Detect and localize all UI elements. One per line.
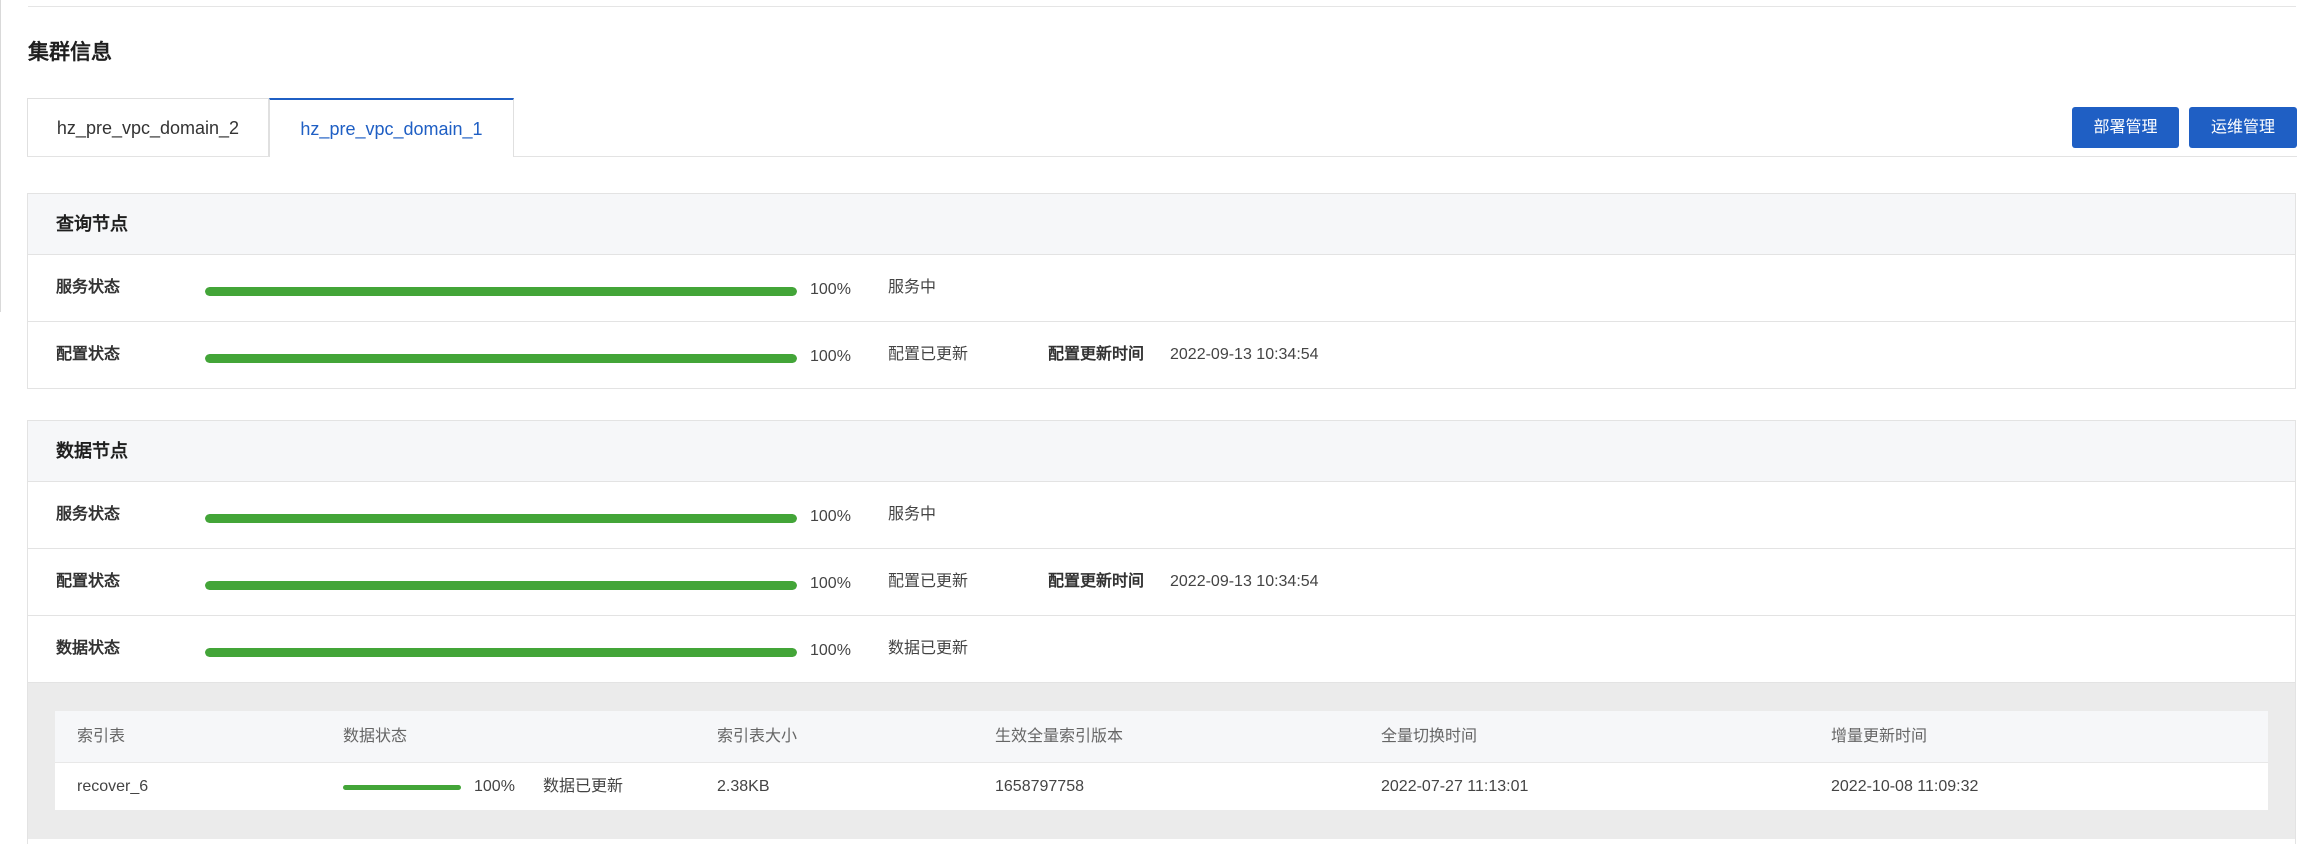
- row-label: 配置状态: [56, 573, 121, 590]
- deploy-management-button[interactable]: 部署管理: [2072, 107, 2179, 148]
- data-node-title: 数据节点: [28, 421, 2295, 482]
- row-label: 数据状态: [56, 640, 121, 657]
- header-incr-update-time: 增量更新时间: [1831, 728, 1928, 745]
- header-full-switch-time: 全量切换时间: [1381, 728, 1478, 745]
- progress-percent: 100%: [810, 642, 851, 659]
- row-label: 服务状态: [56, 506, 121, 523]
- header-index-size: 索引表大小: [717, 728, 798, 745]
- domain-tabs: hz_pre_vpc_domain_2 hz_pre_vpc_domain_1: [27, 98, 2297, 157]
- incr-update-time: 2022-10-08 11:09:32: [1831, 778, 1979, 795]
- data-config-status-row: 配置状态 100% 配置已更新 配置更新时间 2022-09-13 10:34:…: [28, 549, 2295, 616]
- index-progress-bar: [343, 785, 461, 790]
- index-table-area: 索引表 数据状态 索引表大小 生效全量索引版本 全量切换时间 增量更新时间 re…: [28, 683, 2295, 839]
- query-node-panel: 查询节点 服务状态 100% 服务中 配置状态 100% 配置已更新 配置更新时…: [27, 193, 2296, 389]
- index-table: 索引表 数据状态 索引表大小 生效全量索引版本 全量切换时间 增量更新时间 re…: [55, 711, 2268, 810]
- cluster-info-page: 集群信息 hz_pre_vpc_domain_2 hz_pre_vpc_doma…: [0, 0, 2324, 844]
- progress-bar: [205, 648, 797, 657]
- progress-bar: [205, 287, 797, 296]
- data-node-panel: 数据节点 服务状态 100% 服务中 配置状态 100% 配置已更新 配置更新时…: [27, 420, 2296, 844]
- status-text: 服务中: [888, 506, 937, 523]
- index-name: recover_6: [77, 778, 149, 795]
- index-size: 2.38KB: [717, 778, 770, 795]
- config-update-time-value: 2022-09-13 10:34:54: [1170, 346, 1319, 363]
- status-text: 数据已更新: [888, 640, 969, 657]
- status-text: 服务中: [888, 279, 937, 296]
- query-node-title: 查询节点: [28, 194, 2295, 255]
- status-text: 配置已更新: [888, 573, 969, 590]
- config-update-time-label: 配置更新时间: [1048, 346, 1145, 363]
- tab-domain-2[interactable]: hz_pre_vpc_domain_2: [27, 98, 269, 156]
- query-service-status-row: 服务状态 100% 服务中: [28, 255, 2295, 322]
- header-full-index-version: 生效全量索引版本: [995, 728, 1124, 745]
- ops-management-button[interactable]: 运维管理: [2189, 107, 2297, 148]
- table-row: recover_6 100% 数据已更新 2.38KB 1658797758 2…: [55, 763, 2268, 810]
- config-update-time-value: 2022-09-13 10:34:54: [1170, 573, 1319, 590]
- table-header: 索引表 数据状态 索引表大小 生效全量索引版本 全量切换时间 增量更新时间: [55, 711, 2268, 763]
- index-progress-percent: 100%: [474, 778, 515, 795]
- progress-percent: 100%: [810, 281, 851, 298]
- top-divider: [28, 6, 2296, 7]
- left-divider: [0, 0, 1, 312]
- index-version: 1658797758: [995, 778, 1084, 795]
- progress-percent: 100%: [810, 508, 851, 525]
- data-data-status-row: 数据状态 100% 数据已更新: [28, 616, 2295, 683]
- header-index-table: 索引表: [77, 728, 126, 745]
- status-text: 配置已更新: [888, 346, 969, 363]
- section-title: 集群信息: [28, 41, 112, 64]
- progress-percent: 100%: [810, 348, 851, 365]
- query-config-status-row: 配置状态 100% 配置已更新 配置更新时间 2022-09-13 10:34:…: [28, 322, 2295, 388]
- progress-bar: [205, 354, 797, 363]
- progress-bar: [205, 514, 797, 523]
- progress-percent: 100%: [810, 575, 851, 592]
- tab-domain-1[interactable]: hz_pre_vpc_domain_1: [269, 98, 514, 157]
- header-data-status: 数据状态: [343, 728, 408, 745]
- data-service-status-row: 服务状态 100% 服务中: [28, 482, 2295, 549]
- full-switch-time: 2022-07-27 11:13:01: [1381, 778, 1529, 795]
- row-label: 配置状态: [56, 346, 121, 363]
- row-label: 服务状态: [56, 279, 121, 296]
- index-data-status: 数据已更新: [543, 778, 624, 795]
- config-update-time-label: 配置更新时间: [1048, 573, 1145, 590]
- progress-bar: [205, 581, 797, 590]
